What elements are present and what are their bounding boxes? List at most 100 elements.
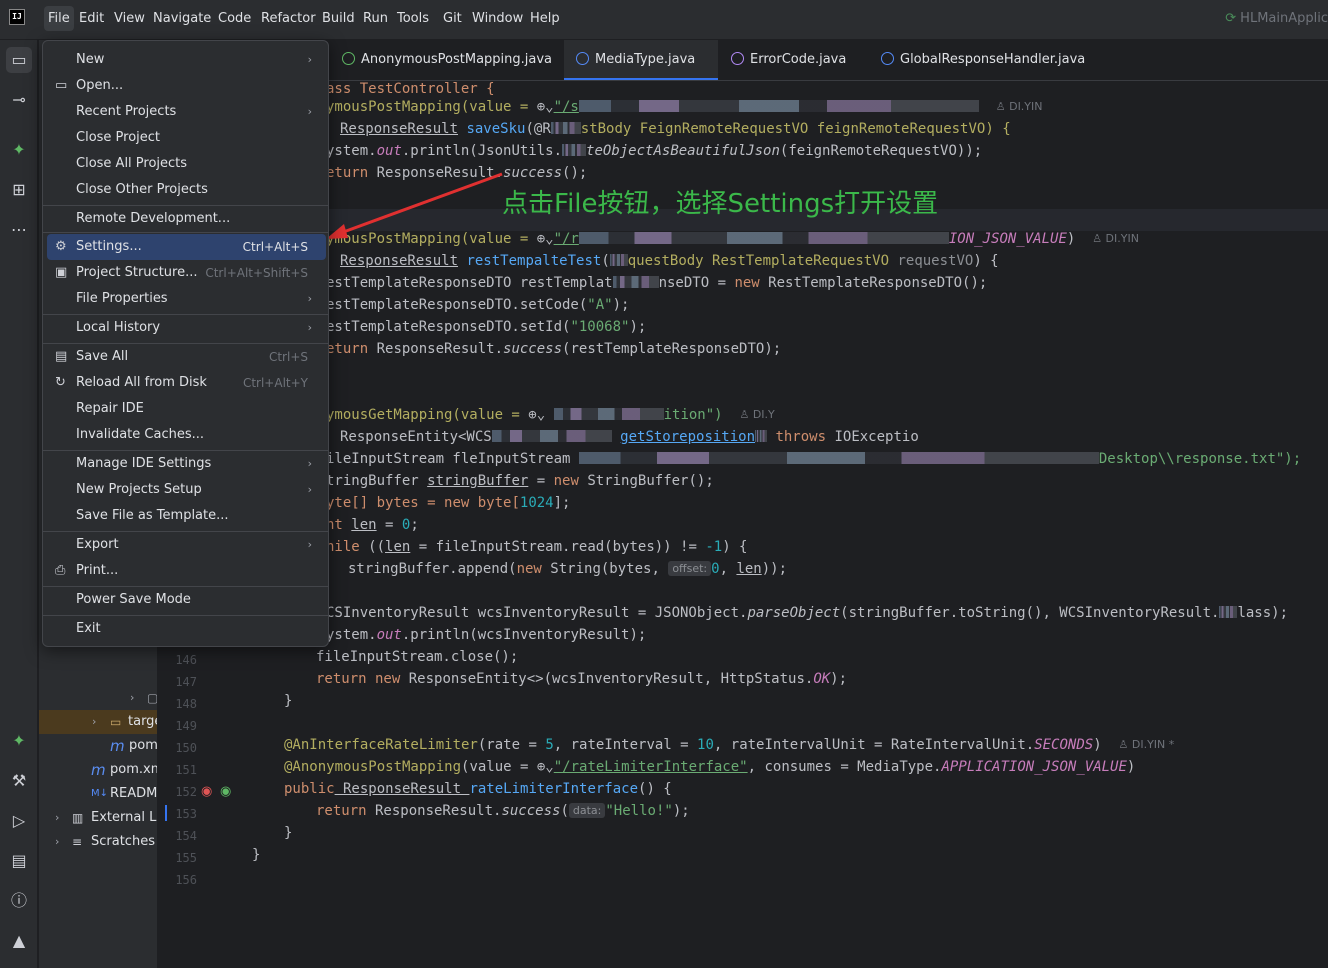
menu-close-all-projects[interactable]: Close All Projects bbox=[47, 151, 326, 177]
menu-export[interactable]: Export › bbox=[47, 532, 326, 558]
code-line: } bbox=[284, 693, 293, 709]
menu-new[interactable]: New › bbox=[47, 47, 326, 73]
tab-global-response-handler[interactable]: GlobalResponseHandler.java bbox=[881, 40, 1101, 80]
menu-run[interactable]: Run bbox=[363, 11, 388, 26]
menu-help[interactable]: Help bbox=[530, 11, 560, 26]
blurred-region bbox=[578, 100, 979, 112]
globe-icon: ⊕⌄ bbox=[536, 231, 554, 247]
rate-limit-gutter-icon[interactable]: ◉ bbox=[201, 784, 212, 799]
menu-repair-ide[interactable]: Repair IDE bbox=[47, 396, 326, 422]
code-line: return ResponseResult.success(data: "Hell… bbox=[316, 803, 690, 819]
project-folder-icon[interactable]: ▭ bbox=[6, 47, 32, 73]
expand-arrow-icon[interactable]: › bbox=[130, 686, 134, 710]
menu-view[interactable]: View bbox=[114, 11, 145, 26]
tab-label: AnonymousPostMapping.java bbox=[361, 52, 553, 67]
tree-item-label: targe bbox=[128, 714, 157, 729]
structure-icon[interactable]: ⊞ bbox=[6, 177, 32, 203]
line-number: 149 bbox=[175, 719, 197, 733]
services-icon[interactable]: ▷ bbox=[6, 808, 32, 834]
tutorial-annotation: 点击File按钮，选择Settings打开设置 bbox=[502, 189, 939, 219]
globe-icon: ⊕⌄ bbox=[536, 759, 554, 775]
line-number: 150 bbox=[175, 741, 197, 755]
problems-icon[interactable]: ⓘ bbox=[6, 888, 32, 914]
menu-exit[interactable]: Exit bbox=[47, 616, 326, 642]
maven-icon: m bbox=[91, 761, 106, 779]
menu-project-structure[interactable]: ▣ Project Structure... Ctrl+Alt+Shift+S bbox=[47, 260, 326, 286]
menu-save-file-as-template[interactable]: Save File as Template... bbox=[47, 503, 326, 529]
tree-item-external-libs[interactable]: › ▥ External Lib bbox=[39, 806, 157, 830]
menu-code[interactable]: Code bbox=[218, 11, 251, 26]
jrebel-panel-icon[interactable]: ✦ bbox=[6, 728, 32, 754]
menu-open[interactable]: ▭ Open... bbox=[47, 73, 326, 99]
blurred-region bbox=[609, 254, 628, 266]
file-menu-dropdown: New › ▭ Open... Recent Projects › Close Pro… bbox=[42, 40, 329, 647]
menu-power-save-mode[interactable]: Power Save Mode bbox=[47, 587, 326, 613]
line-number: 151 bbox=[175, 763, 197, 777]
code-line: CSInventoryResult wcsInventoryResult = J… bbox=[326, 605, 1289, 621]
code-line: ymousPostMapping(value = ⊕⌄"/s ♙ DI.YIN bbox=[326, 99, 1043, 115]
menu-refactor[interactable]: Refactor bbox=[261, 11, 316, 26]
warning-icon[interactable]: ▲ bbox=[6, 928, 32, 954]
commit-icon[interactable]: ⊸ bbox=[6, 87, 32, 113]
menu-print[interactable]: ⎙ Print... bbox=[47, 558, 326, 584]
tree-item-readme[interactable]: M↓ READMI bbox=[39, 782, 157, 806]
annotation-icon bbox=[342, 52, 355, 65]
code-line: @AnonymousPostMapping(value = ⊕⌄"/rateLi… bbox=[284, 759, 1136, 775]
menu-close-other-projects[interactable]: Close Other Projects bbox=[47, 177, 326, 203]
menu-git[interactable]: Git bbox=[443, 11, 462, 26]
expand-arrow-icon[interactable]: › bbox=[92, 710, 96, 734]
tree-item-label: pom.xm bbox=[110, 762, 157, 777]
editor-tab-bar: AnonymousPostMapping.java MediaType.java… bbox=[326, 40, 1328, 81]
menu-edit[interactable]: Edit bbox=[79, 11, 104, 26]
tree-item-label: External Lib bbox=[91, 810, 157, 825]
menu-build[interactable]: Build bbox=[322, 11, 355, 26]
tree-item-target[interactable]: › ▭ targe bbox=[39, 710, 157, 734]
menu-recent-projects[interactable]: Recent Projects › bbox=[47, 99, 326, 125]
tab-media-type[interactable]: MediaType.java bbox=[564, 40, 718, 80]
build-hammer-icon[interactable]: ⚒ bbox=[6, 768, 32, 794]
tree-item-folder[interactable]: › ▢ bbox=[39, 686, 157, 710]
menu-window[interactable]: Window bbox=[472, 11, 523, 26]
menu-local-history[interactable]: Local History › bbox=[47, 315, 326, 341]
expand-arrow-icon[interactable]: › bbox=[55, 830, 59, 854]
line-number: 152 bbox=[175, 785, 197, 799]
author-hint: ♙ DI.YIN bbox=[1092, 232, 1139, 245]
menu-invalidate-caches[interactable]: Invalidate Caches... bbox=[47, 422, 326, 448]
jrebel-icon[interactable]: ✦ bbox=[6, 137, 32, 163]
menu-navigate[interactable]: Navigate bbox=[153, 11, 211, 26]
submenu-arrow-icon: › bbox=[307, 457, 312, 470]
project-widget[interactable]: ⟳ HLMainApplic bbox=[1225, 11, 1328, 26]
tree-item-pom[interactable]: m pom bbox=[39, 734, 157, 758]
terminal-icon[interactable]: ▤ bbox=[6, 848, 32, 874]
change-marker bbox=[165, 805, 167, 821]
scratches-icon: ≡ bbox=[72, 835, 83, 849]
blurred-region bbox=[1219, 606, 1238, 618]
menu-save-all[interactable]: ▤ Save All Ctrl+S bbox=[47, 344, 326, 370]
menu-tools[interactable]: Tools bbox=[397, 11, 429, 26]
code-line: ResponseResult restTempalteTest(questBod… bbox=[340, 253, 999, 269]
menu-remote-development[interactable]: Remote Development... bbox=[47, 206, 326, 232]
menu-new-projects-setup[interactable]: New Projects Setup › bbox=[47, 477, 326, 503]
menu-file-properties[interactable]: File Properties › bbox=[47, 286, 326, 312]
code-line: estTemplateResponseDTO restTemplat nseDTO… bbox=[326, 275, 988, 291]
line-number: 147 bbox=[175, 675, 197, 689]
code-line: public ResponseResult rateLimiterInterfa… bbox=[284, 781, 672, 797]
menu-reload-all[interactable]: ↻ Reload All from Disk Ctrl+Alt+Y bbox=[47, 370, 326, 396]
author-hint: ♙ DI.Y bbox=[739, 408, 775, 421]
menu-manage-ide-settings[interactable]: Manage IDE Settings › bbox=[47, 451, 326, 477]
tree-item-scratches[interactable]: › ≡ Scratches a bbox=[39, 830, 157, 854]
more-tools-icon[interactable]: ⋯ bbox=[6, 217, 32, 243]
tab-anonymous-post-mapping[interactable]: AnonymousPostMapping.java bbox=[342, 40, 564, 80]
printer-icon: ⎙ bbox=[55, 563, 66, 578]
intellij-logo-icon[interactable]: IJ bbox=[9, 9, 25, 25]
menu-close-project[interactable]: Close Project bbox=[47, 125, 326, 151]
run-config-icon: ⟳ bbox=[1225, 11, 1237, 26]
class-icon bbox=[576, 52, 589, 65]
expand-arrow-icon[interactable]: › bbox=[55, 806, 59, 830]
menu-settings[interactable]: ⚙ Settings... Ctrl+Alt+S bbox=[47, 234, 326, 260]
menu-file[interactable]: File bbox=[44, 6, 74, 31]
endpoint-gutter-icon[interactable]: ◉ bbox=[220, 784, 231, 799]
folder-icon: ▭ bbox=[55, 78, 68, 93]
tab-error-code[interactable]: ErrorCode.java bbox=[731, 40, 871, 80]
tree-item-pom-xml[interactable]: m pom.xm bbox=[39, 758, 157, 782]
